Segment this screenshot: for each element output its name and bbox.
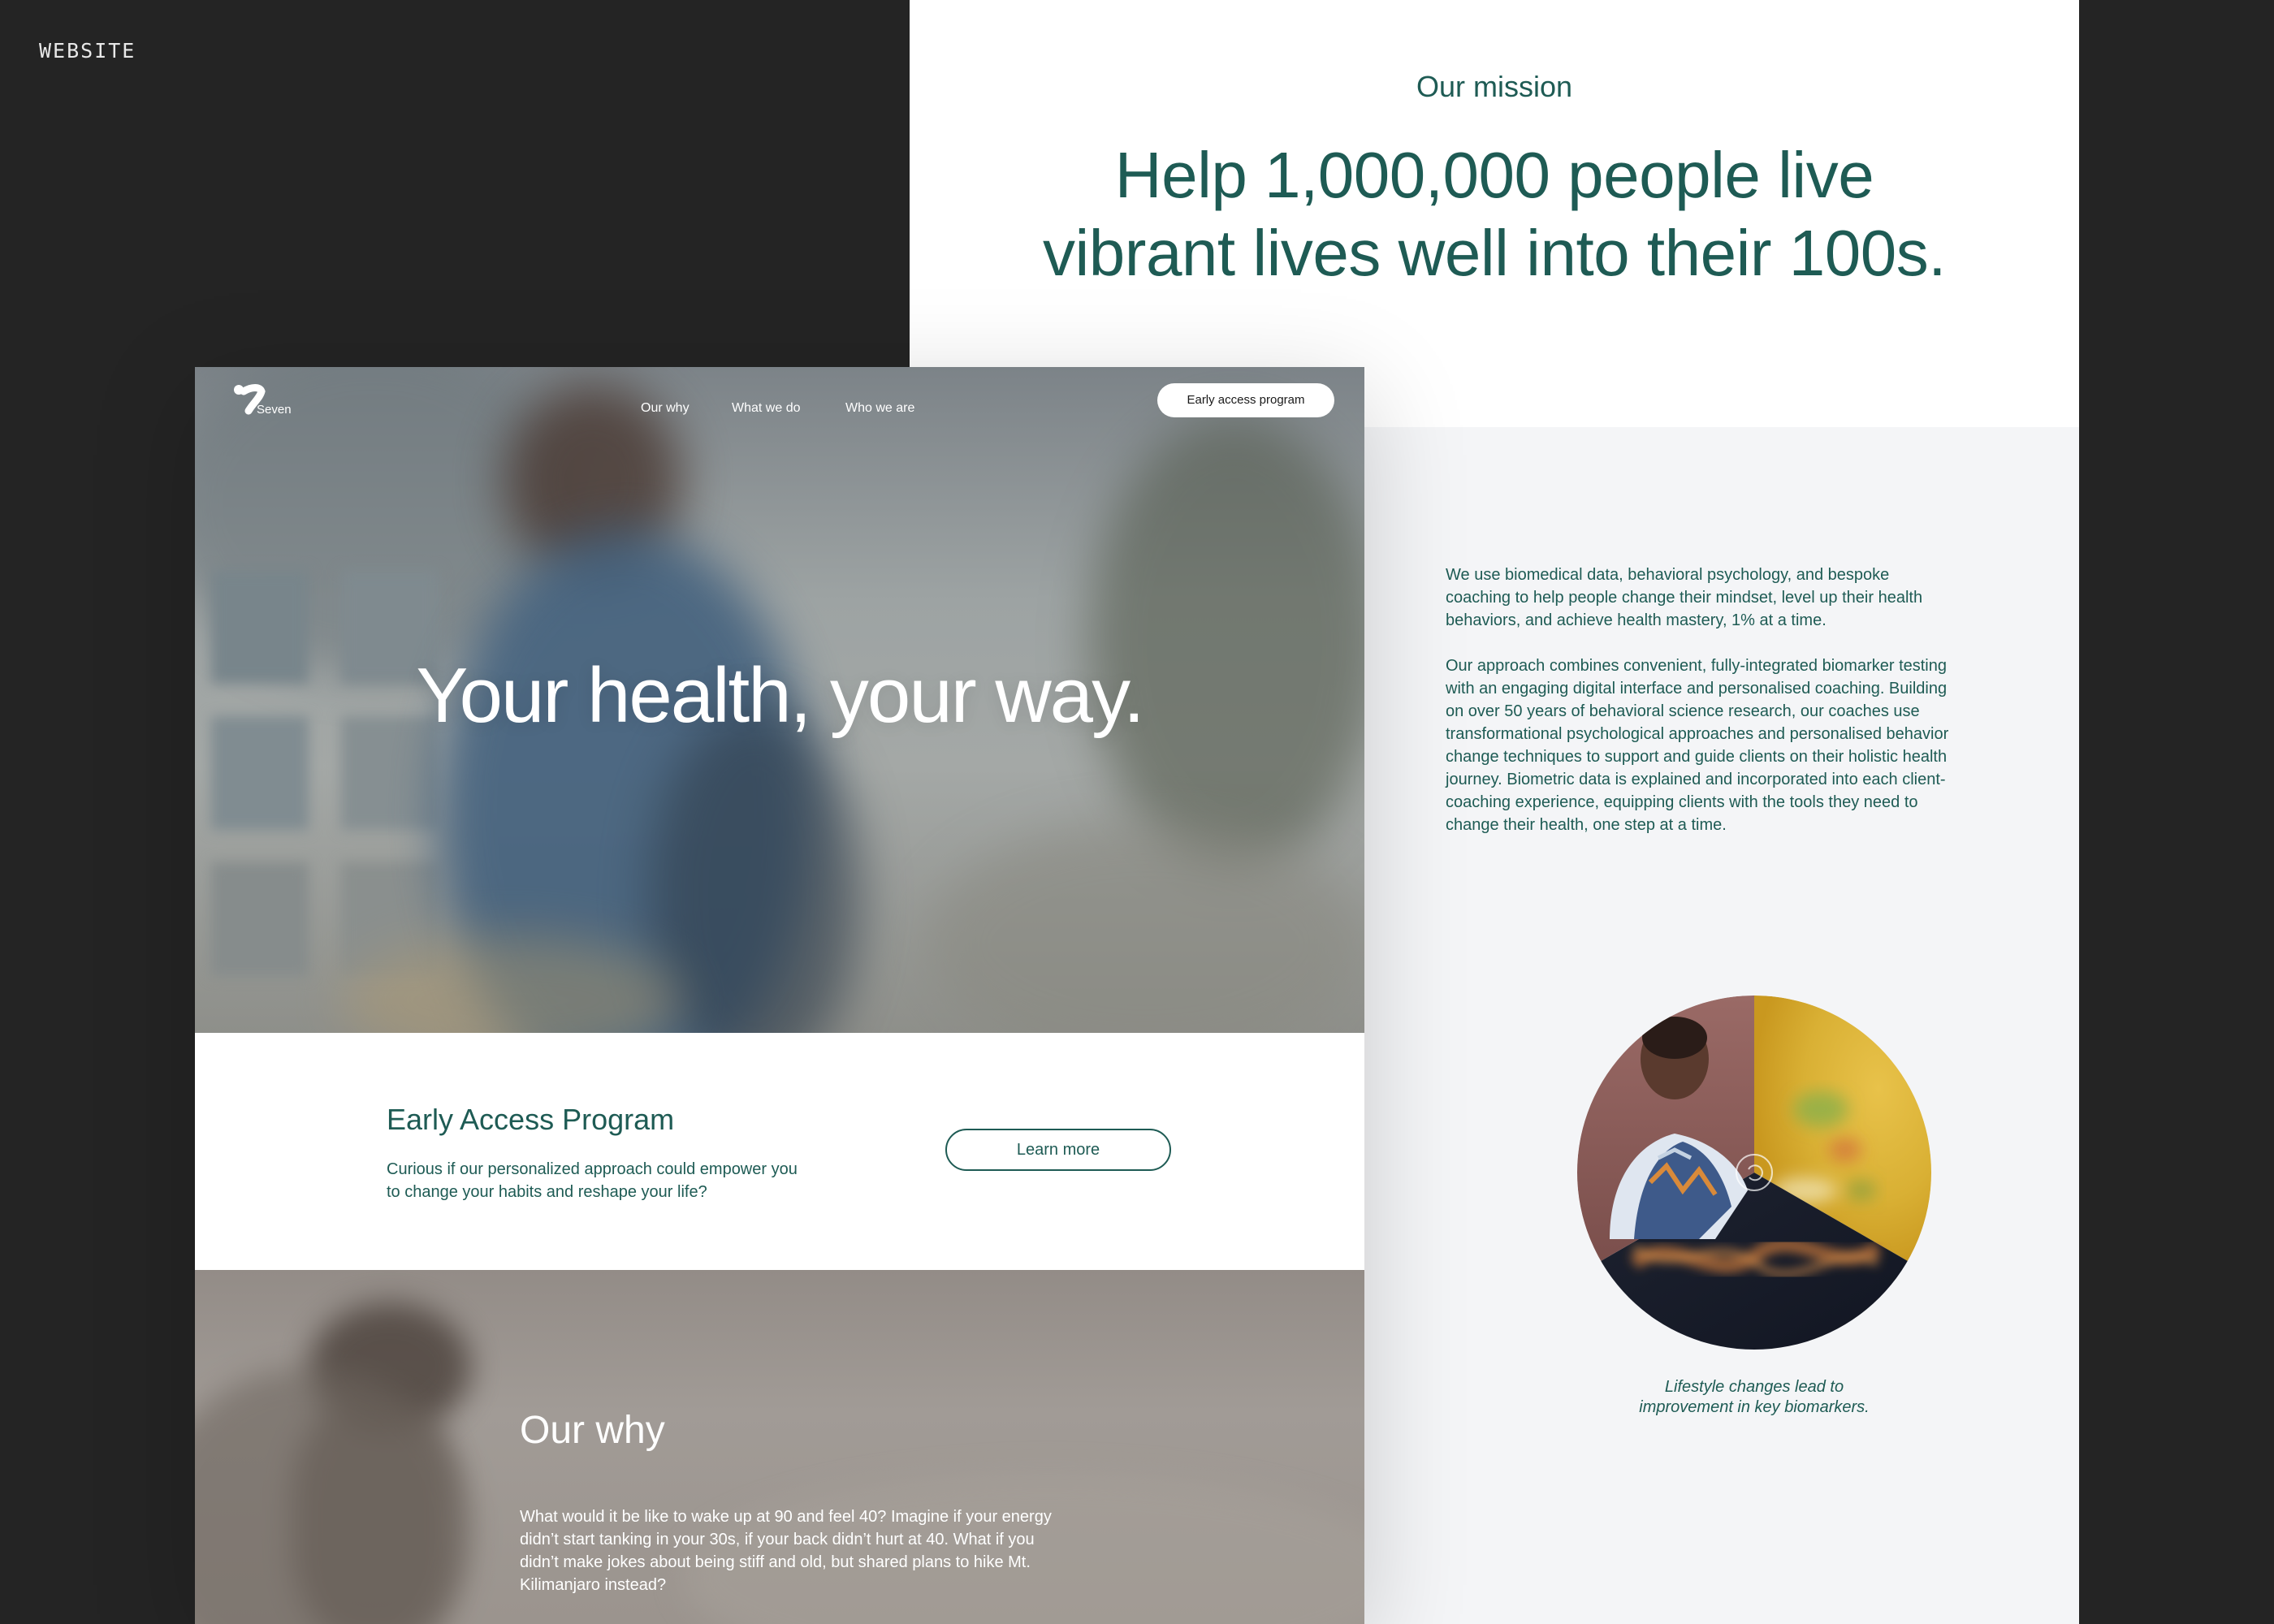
logo-wordmark: Seven	[257, 403, 292, 417]
mission-header: Our mission Help 1,000,000 people live v…	[910, 0, 2079, 427]
hero-bg-sofa	[926, 822, 1364, 1033]
site-navbar: Seven Our why What we do Who we are Earl…	[195, 367, 1364, 440]
hero-bg-plant	[1088, 416, 1364, 870]
biomarker-wheel-image	[1577, 996, 1931, 1350]
early-access-description: Curious if our personalized approach cou…	[387, 1160, 798, 1201]
nav-link-who-we-are[interactable]: Who we are	[845, 401, 914, 416]
website-mockup: Seven Our why What we do Who we are Earl…	[195, 367, 1364, 1624]
our-why-section: Our why What would it be like to wake up…	[195, 1270, 1364, 1624]
wheel-caption-line1: Lifestyle changes lead to	[1664, 1378, 1844, 1396]
our-why-body: What would it be like to wake up at 90 a…	[520, 1508, 1052, 1594]
wheel-caption-line2: improvement in key biomarkers.	[1639, 1398, 1870, 1416]
mission-paragraph-2: Our approach combines convenient, fully-…	[1446, 657, 1949, 834]
mission-body: We use biomedical data, behavioral psych…	[1446, 564, 1949, 859]
mission-eyebrow: Our mission	[1416, 70, 1573, 103]
learn-more-button[interactable]: Learn more	[945, 1129, 1171, 1171]
hero-title: Your health, your way.	[416, 652, 1144, 739]
nav-link-our-why[interactable]: Our why	[641, 401, 690, 416]
wheel-caption: Lifestyle changes lead to improvement in…	[1543, 1377, 1965, 1418]
mission-headline-line2: vibrant lives well into their 100s.	[1043, 217, 1946, 289]
mission-headline-line1: Help 1,000,000 people live	[1114, 139, 1874, 211]
our-why-title: Our why	[520, 1409, 665, 1452]
early-access-section: Early Access Program Curious if our pers…	[195, 1033, 1364, 1270]
nav-link-what-we-do[interactable]: What we do	[732, 401, 800, 416]
early-access-title: Early Access Program	[387, 1103, 675, 1136]
mission-headline: Help 1,000,000 people live vibrant lives…	[942, 136, 2047, 292]
hero-bg-window	[211, 862, 309, 976]
section-tag: WEBSITE	[39, 39, 136, 63]
mission-paragraph-1: We use biomedical data, behavioral psych…	[1446, 566, 1923, 629]
early-access-nav-button[interactable]: Early access program	[1157, 383, 1334, 417]
hero-section: Seven Our why What we do Who we are Earl…	[195, 367, 1364, 1033]
